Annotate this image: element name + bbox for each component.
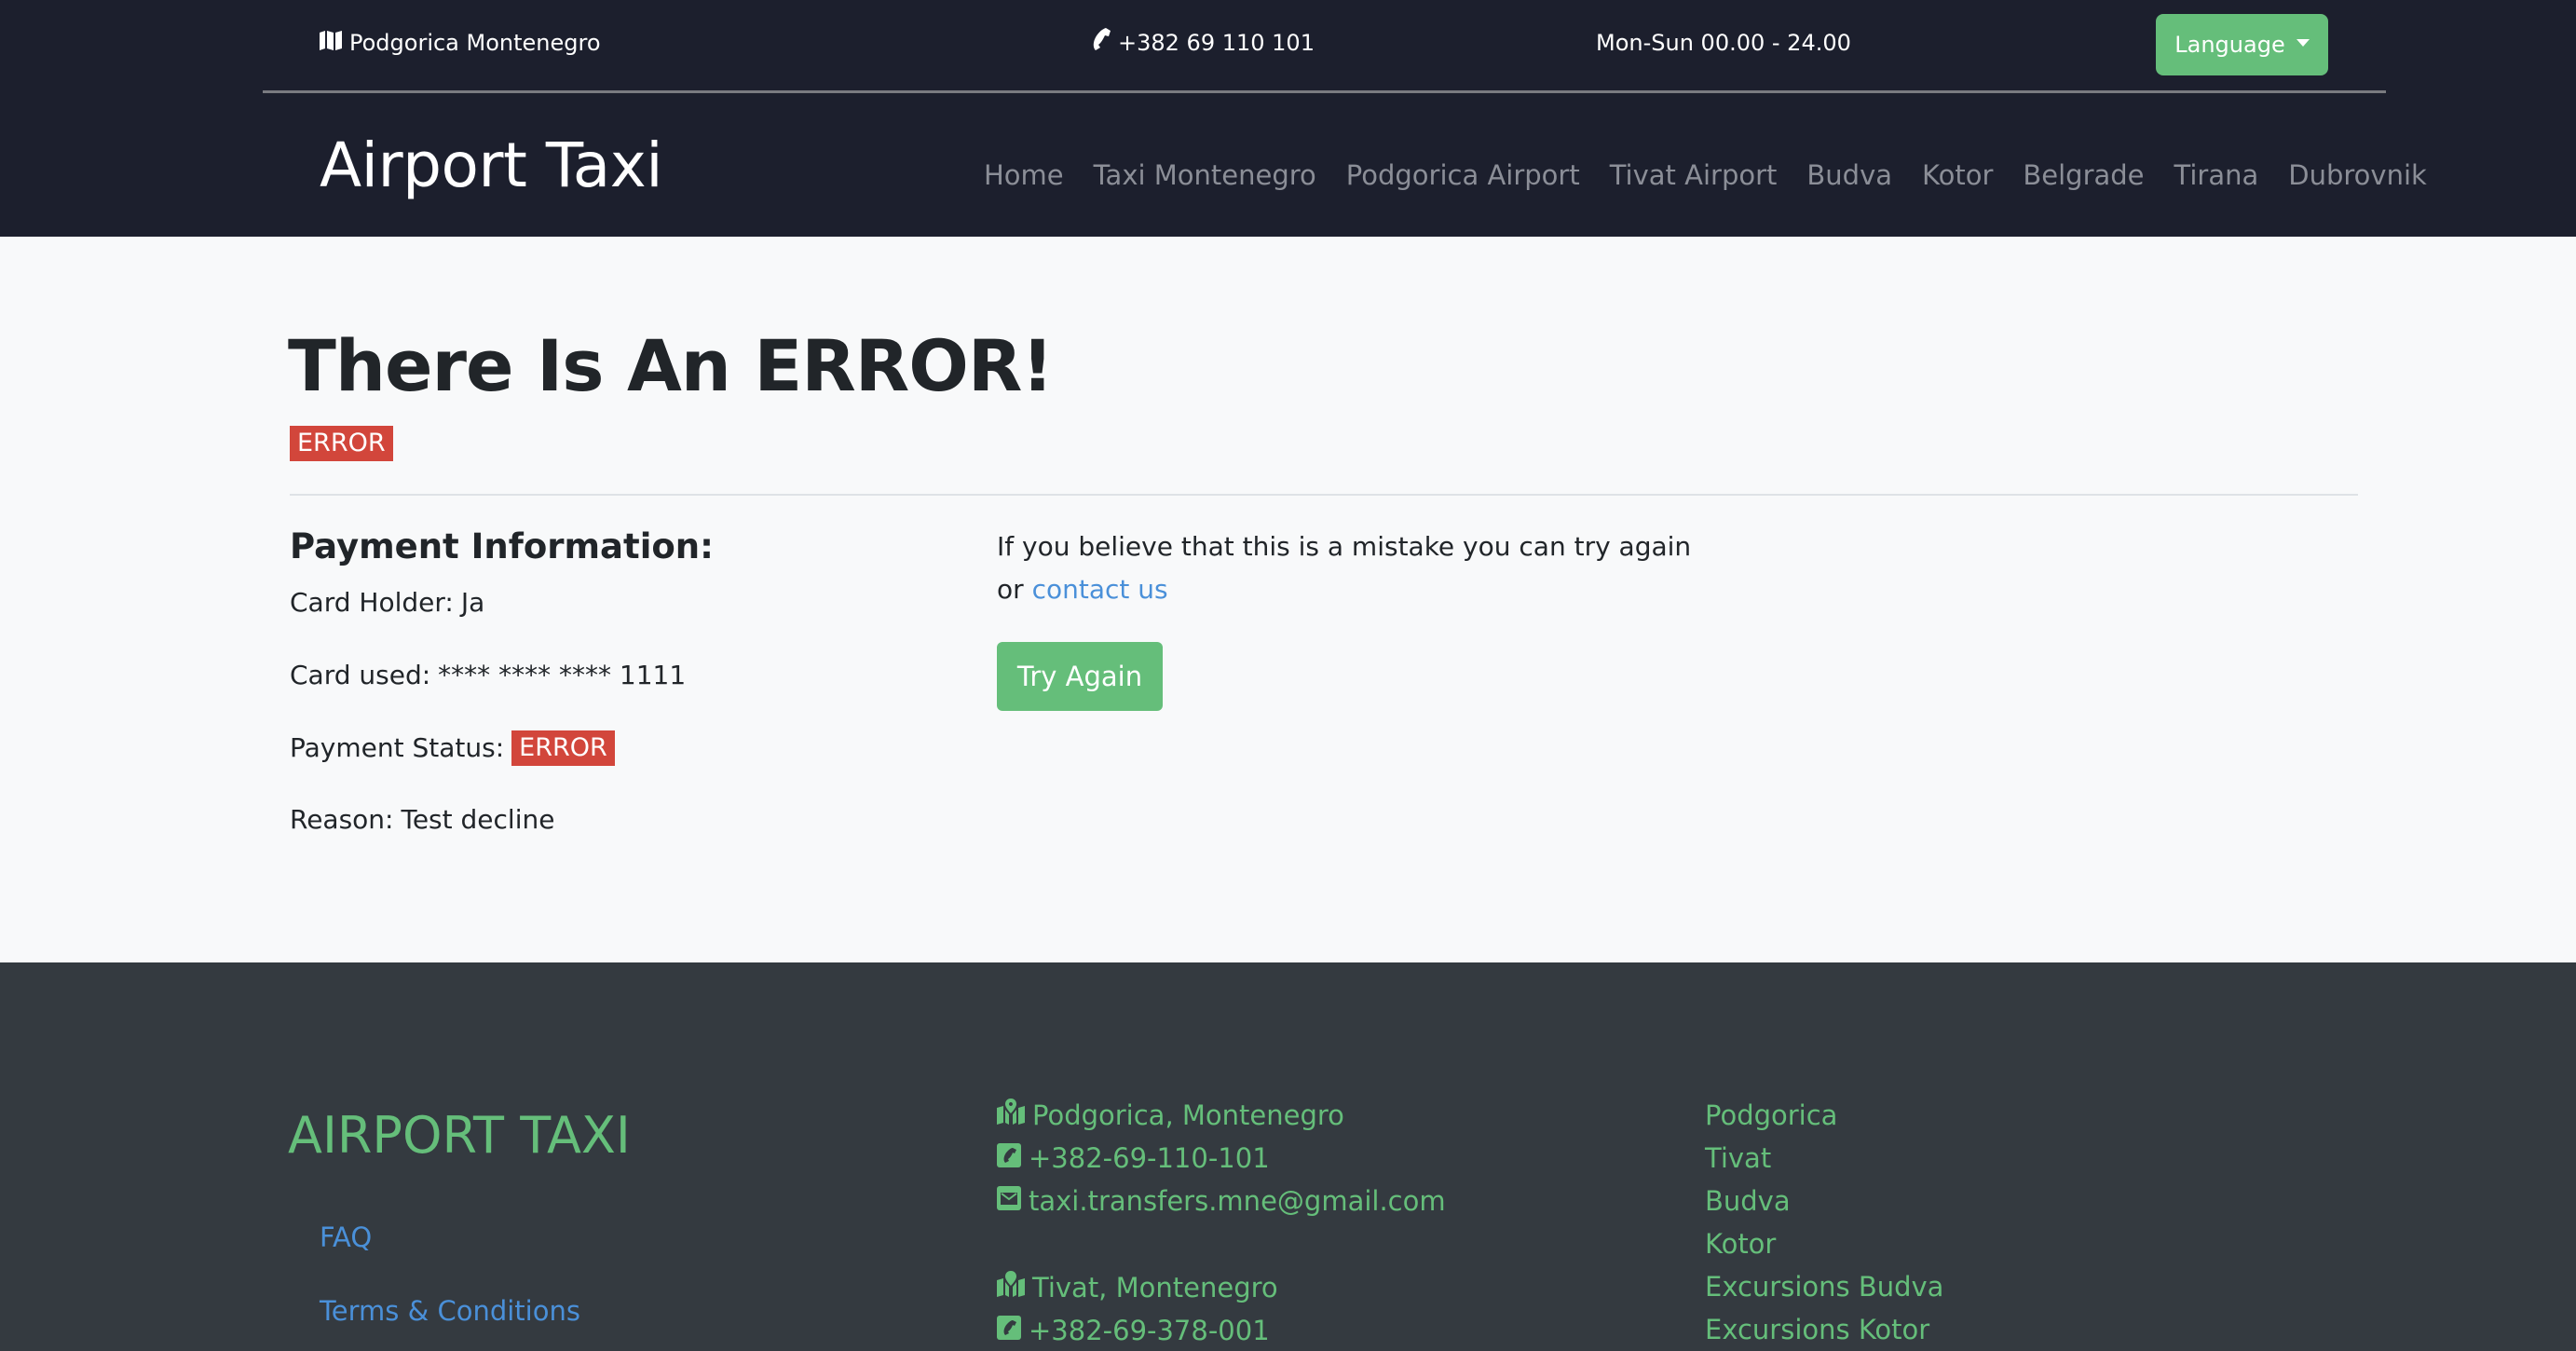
nav-dubrovnik[interactable]: Dubrovnik <box>2288 157 2427 194</box>
footer-brand: AIRPORT TAXI <box>288 1106 631 1165</box>
footer-contact-text: +382-69-110-101 <box>1029 1142 1270 1174</box>
phone-square-icon <box>997 1139 1021 1177</box>
nav-kotor[interactable]: Kotor <box>1922 157 1993 194</box>
footer-city-tivat[interactable]: Tivat <box>1705 1139 1771 1177</box>
footer-link-faq[interactable]: FAQ <box>320 1219 372 1256</box>
footer-city-kotor[interactable]: Kotor <box>1705 1225 1776 1262</box>
card-used-value: **** **** **** 1111 <box>438 660 687 690</box>
phone-square-icon <box>997 1312 1021 1349</box>
or-text: or <box>997 574 1024 605</box>
nav-podgorica-airport[interactable]: Podgorica Airport <box>1346 157 1580 194</box>
map-marker-icon <box>997 1269 1025 1306</box>
topbar-phone-text: +382 69 110 101 <box>1118 30 1315 56</box>
envelope-square-icon <box>997 1182 1021 1220</box>
footer-contact-text: taxi.transfers.mne@gmail.com <box>1029 1185 1446 1217</box>
site-header: Podgorica Montenegro +382 69 110 101 Mon… <box>0 0 2576 237</box>
payment-status-row: Payment Status: ERROR <box>290 730 615 767</box>
phone-icon <box>1090 28 1111 58</box>
footer-contact-podgorica-address: Podgorica, Montenegro <box>997 1097 1344 1134</box>
content-divider <box>290 494 2358 496</box>
footer-contact-text: Podgorica, Montenegro <box>1032 1099 1344 1131</box>
card-used-label: Card used: <box>290 660 431 690</box>
reason-value: Test decline <box>401 804 555 835</box>
footer-excursions-kotor[interactable]: Excursions Kotor <box>1705 1311 1929 1348</box>
header-divider <box>263 90 2386 93</box>
map-marker-icon <box>997 1097 1025 1134</box>
footer-contact-text: Tivat, Montenegro <box>1032 1272 1278 1303</box>
main-nav: Home Taxi Montenegro Podgorica Airport T… <box>984 157 2427 194</box>
nav-tivat-airport[interactable]: Tivat Airport <box>1610 157 1778 194</box>
card-holder-row: Card Holder: Ja <box>290 584 484 621</box>
page-title: There Is An ERROR! <box>288 324 1054 407</box>
footer-contact-tivat-address: Tivat, Montenegro <box>997 1269 1278 1306</box>
footer-contact-email[interactable]: taxi.transfers.mne@gmail.com <box>997 1182 1446 1220</box>
topbar-phone[interactable]: +382 69 110 101 <box>1090 28 1315 58</box>
footer-contact-podgorica-phone[interactable]: +382-69-110-101 <box>997 1139 1270 1177</box>
reason-label: Reason: <box>290 804 394 835</box>
footer-contact-text: +382-69-378-001 <box>1029 1315 1270 1346</box>
nav-taxi-montenegro[interactable]: Taxi Montenegro <box>1094 157 1316 194</box>
error-badge: ERROR <box>290 426 393 461</box>
card-used-row: Card used: **** **** **** 1111 <box>290 657 686 694</box>
nav-tirana[interactable]: Tirana <box>2174 157 2259 194</box>
footer-link-terms[interactable]: Terms & Conditions <box>320 1292 580 1330</box>
footer-contact-tivat-phone[interactable]: +382-69-378-001 <box>997 1312 1270 1349</box>
contact-line: or contact us <box>997 571 1168 608</box>
language-button-label: Language <box>2174 32 2285 58</box>
payment-status-label: Payment Status: <box>290 732 505 763</box>
nav-budva[interactable]: Budva <box>1806 157 1892 194</box>
caret-down-icon <box>2296 39 2310 47</box>
contact-us-link[interactable]: contact us <box>1032 574 1168 605</box>
topbar-location-text: Podgorica Montenegro <box>349 30 601 56</box>
topbar-hours: Mon-Sun 00.00 - 24.00 <box>1596 28 1851 58</box>
try-again-button[interactable]: Try Again <box>997 642 1163 711</box>
nav-home[interactable]: Home <box>984 157 1064 194</box>
mistake-message: If you believe that this is a mistake yo… <box>997 531 1692 562</box>
reason-row: Reason: Test decline <box>290 801 554 839</box>
footer-city-budva[interactable]: Budva <box>1705 1182 1791 1220</box>
footer-city-podgorica[interactable]: Podgorica <box>1705 1097 1837 1134</box>
payment-info-heading: Payment Information: <box>290 526 714 566</box>
language-dropdown-button[interactable]: Language <box>2156 14 2328 75</box>
topbar-hours-text: Mon-Sun 00.00 - 24.00 <box>1596 30 1851 56</box>
card-holder-label: Card Holder: <box>290 587 454 618</box>
brand-logo[interactable]: Airport Taxi <box>320 124 663 208</box>
footer-excursions-budva[interactable]: Excursions Budva <box>1705 1268 1943 1305</box>
map-icon <box>320 28 342 58</box>
card-holder-value: Ja <box>460 587 485 618</box>
payment-status-badge: ERROR <box>511 730 615 766</box>
topbar-location: Podgorica Montenegro <box>320 28 601 58</box>
nav-belgrade[interactable]: Belgrade <box>2023 157 2144 194</box>
